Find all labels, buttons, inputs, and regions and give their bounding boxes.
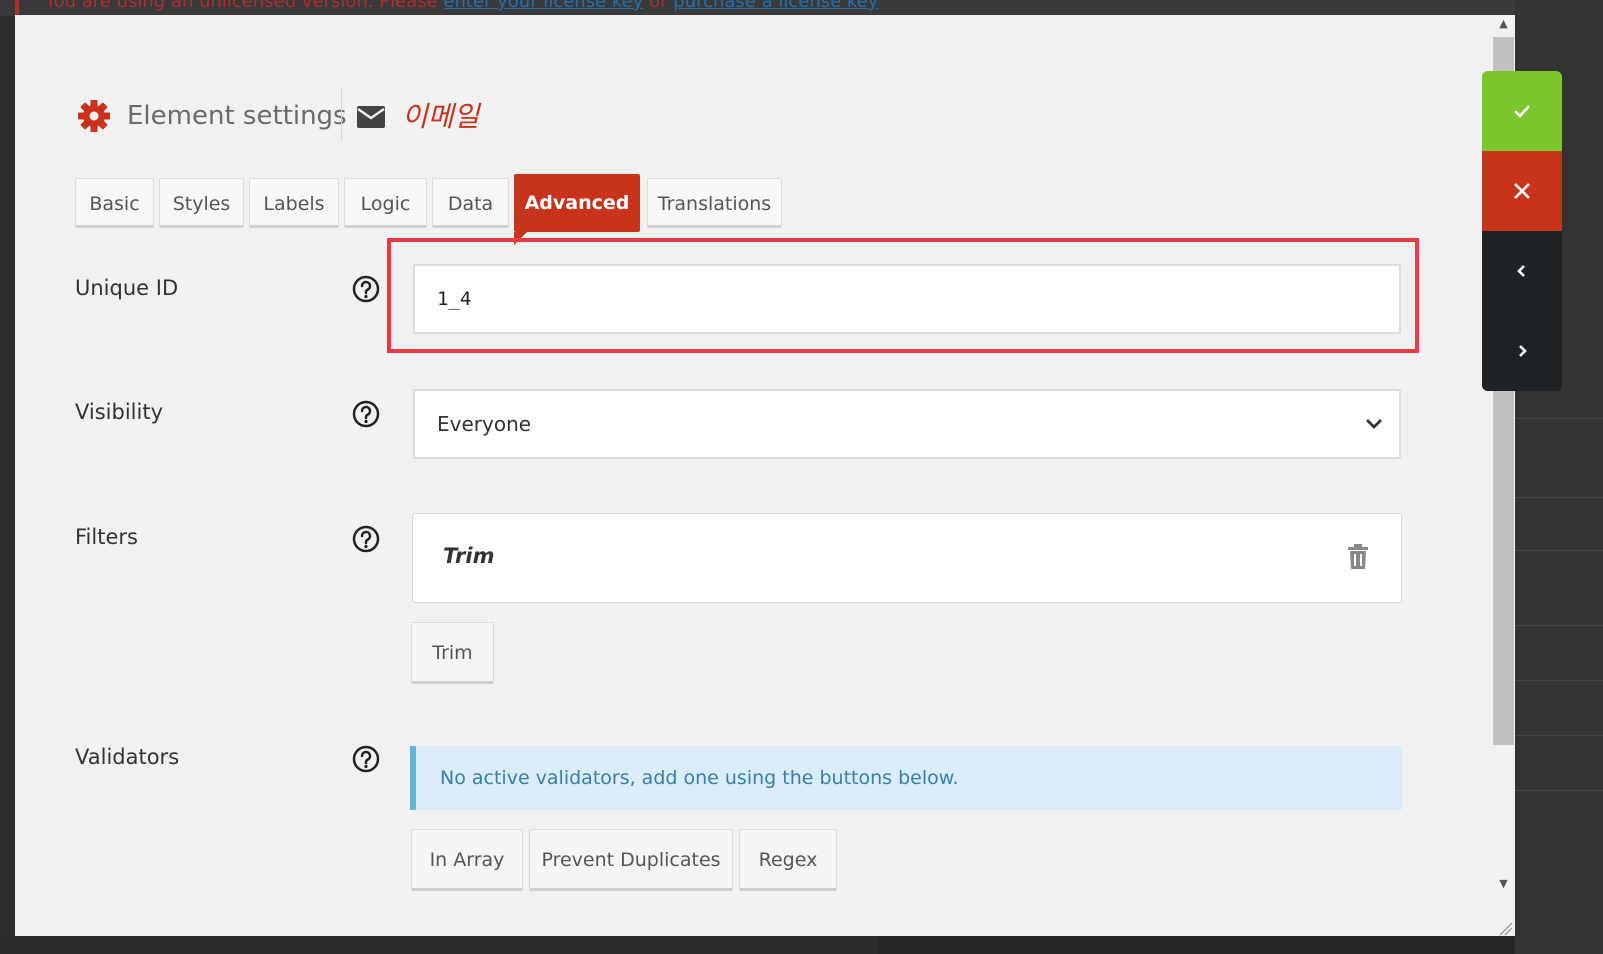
help-icon[interactable]: [352, 400, 380, 428]
purchase-license-link[interactable]: purchase a license key: [673, 0, 878, 12]
modal-title: Element settings: [127, 101, 347, 131]
previous-element-button[interactable]: [1482, 231, 1562, 311]
tab-advanced[interactable]: Advanced: [514, 174, 640, 245]
active-filter-card: Trim: [412, 513, 1402, 603]
unique-id-input[interactable]: 1_4: [413, 264, 1401, 334]
chevron-left-icon: [1517, 265, 1525, 277]
validators-notice: No active validators, add one using the …: [410, 746, 1402, 810]
active-filter-name: Trim: [443, 544, 495, 568]
enter-license-link[interactable]: enter your license key: [443, 0, 643, 12]
license-text-before: You are using an unlicensed version. Ple…: [45, 0, 444, 12]
chevron-down-icon: [1366, 419, 1382, 429]
license-notice-bar: You are using an unlicensed version. Ple…: [0, 0, 1603, 16]
tab-logic[interactable]: Logic: [344, 178, 427, 228]
cancel-button[interactable]: [1482, 151, 1562, 231]
resize-grip-icon[interactable]: [1492, 915, 1515, 936]
help-icon[interactable]: [352, 525, 380, 553]
chevron-right-icon: [1519, 345, 1527, 357]
add-regex-validator-button[interactable]: Regex: [739, 829, 837, 891]
background-divider: [1515, 550, 1603, 551]
trash-icon[interactable]: [1347, 544, 1369, 570]
visibility-select[interactable]: Everyone: [413, 389, 1401, 459]
background-divider: [1515, 735, 1603, 736]
background-divider: [1515, 418, 1603, 419]
help-icon[interactable]: [352, 745, 380, 773]
element-settings-modal: Element settings 이메일 Basic Styles Labels…: [15, 15, 1515, 936]
background-divider: [1515, 497, 1603, 498]
unique-id-label: Unique ID: [75, 276, 179, 300]
license-notice-stripe: [15, 0, 19, 16]
tab-styles[interactable]: Styles: [159, 178, 244, 228]
license-notice-text: You are using an unlicensed version. Ple…: [45, 0, 878, 12]
background-divider: [1515, 680, 1603, 681]
tab-data[interactable]: Data: [432, 178, 509, 228]
license-text-mid: or: [643, 0, 674, 12]
tab-translations[interactable]: Translations: [647, 178, 782, 228]
add-in-array-validator-button[interactable]: In Array: [411, 829, 523, 891]
header-divider: [341, 89, 342, 141]
tab-basic[interactable]: Basic: [75, 178, 154, 228]
visibility-label: Visibility: [75, 400, 164, 424]
scroll-up-arrow-icon[interactable]: ▲: [1492, 17, 1515, 30]
element-name: 이메일: [402, 100, 480, 133]
add-trim-filter-button[interactable]: Trim: [411, 622, 494, 684]
background-divider: [1515, 790, 1603, 791]
filters-label: Filters: [75, 525, 138, 549]
next-element-button[interactable]: [1482, 311, 1562, 391]
visibility-value: Everyone: [437, 412, 532, 436]
envelope-icon: [357, 106, 385, 128]
close-icon: [1514, 183, 1530, 199]
add-prevent-duplicates-validator-button[interactable]: Prevent Duplicates: [529, 829, 733, 891]
tab-advanced-label: Advanced: [524, 192, 630, 214]
checkmark-icon: [1514, 105, 1530, 118]
gear-icon: [78, 100, 110, 132]
background-divider: [1515, 625, 1603, 626]
tab-labels[interactable]: Labels: [249, 178, 339, 228]
background-bottom: [0, 936, 1515, 954]
save-button[interactable]: [1482, 71, 1562, 151]
background-block: [878, 936, 1515, 954]
validators-label: Validators: [75, 745, 180, 769]
scroll-down-arrow-icon[interactable]: ▼: [1492, 877, 1515, 890]
help-icon[interactable]: [352, 275, 380, 303]
